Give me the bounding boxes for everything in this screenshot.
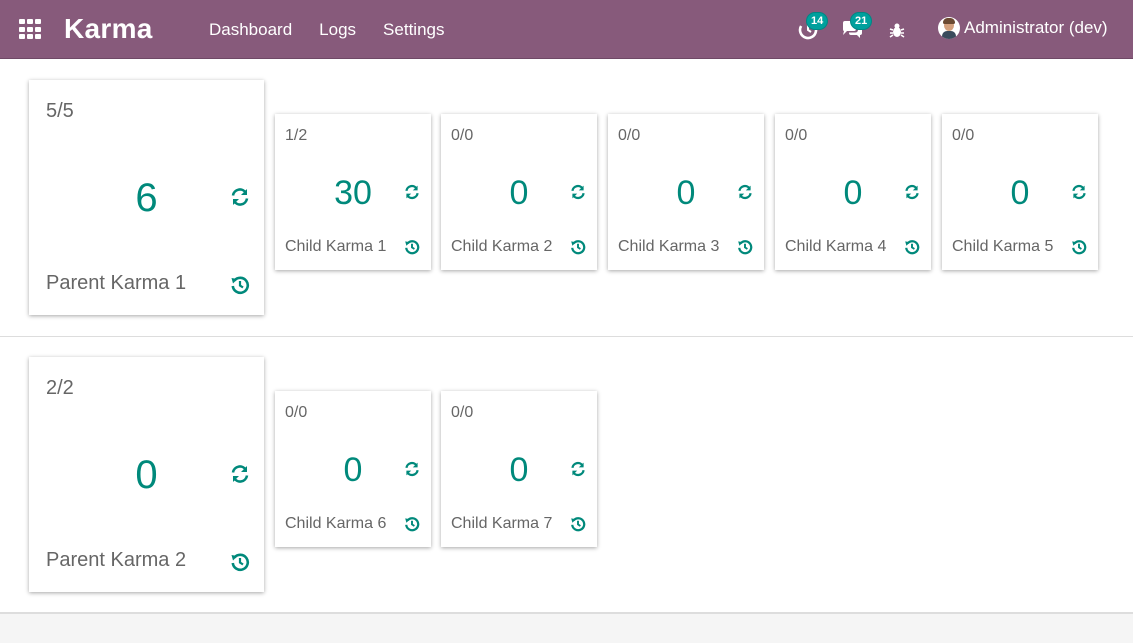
karma-value: 0: [135, 453, 158, 497]
app-brand[interactable]: Karma: [64, 13, 153, 45]
bug-icon: [889, 23, 905, 38]
karma-label: Child Karma 6: [285, 515, 387, 532]
menu-item-settings[interactable]: Settings: [383, 20, 444, 40]
child-karma-card[interactable]: 1/2 30 Child Karma 1: [275, 114, 431, 270]
karma-label: Child Karma 2: [451, 238, 553, 255]
karma-label: Child Karma 7: [451, 515, 553, 532]
user-name: Administrator (dev): [964, 18, 1108, 37]
child-karma-card[interactable]: 0/0 0 Child Karma 6: [275, 391, 431, 547]
refresh-icon[interactable]: [1071, 184, 1087, 200]
karma-ratio: 0/0: [785, 127, 808, 144]
refresh-icon[interactable]: [404, 461, 420, 477]
history-icon[interactable]: [404, 239, 420, 255]
karma-ratio: 0/0: [451, 404, 474, 421]
child-karma-card[interactable]: 0/0 0 Child Karma 5: [942, 114, 1098, 270]
refresh-icon[interactable]: [230, 187, 250, 207]
karma-group-1: 5/5 6 Parent Karma 1 1/2 30 Child Karma …: [0, 59, 1133, 337]
child-karma-card[interactable]: 0/0 0 Child Karma 2: [441, 114, 597, 270]
refresh-icon[interactable]: [404, 184, 420, 200]
karma-label: Child Karma 3: [618, 238, 720, 255]
top-navbar: Karma Dashboard Logs Settings 14 21 Admi…: [0, 0, 1133, 59]
page-footer: [0, 613, 1133, 643]
refresh-icon[interactable]: [570, 461, 586, 477]
messages-count-badge: 21: [850, 12, 873, 30]
karma-ratio: 0/0: [451, 127, 474, 144]
history-icon[interactable]: [404, 516, 420, 532]
karma-ratio: 0/0: [285, 404, 308, 421]
messages-button[interactable]: 21: [841, 12, 873, 42]
karma-label: Parent Karma 2: [46, 549, 187, 571]
history-icon[interactable]: [570, 516, 586, 532]
karma-ratio: 1/2: [285, 127, 308, 144]
menu-item-dashboard[interactable]: Dashboard: [209, 20, 292, 40]
karma-ratio: 5/5: [46, 100, 74, 122]
child-karma-card[interactable]: 0/0 0 Child Karma 7: [441, 391, 597, 547]
dashboard-content: 5/5 6 Parent Karma 1 1/2 30 Child Karma …: [0, 59, 1133, 613]
karma-group-2: 2/2 0 Parent Karma 2 0/0 0 Child Karma 6…: [0, 337, 1133, 613]
karma-value: 6: [135, 176, 158, 220]
refresh-icon[interactable]: [737, 184, 753, 200]
history-icon[interactable]: [230, 275, 250, 295]
main-menu: Dashboard Logs Settings: [209, 20, 471, 40]
karma-ratio: 0/0: [618, 127, 641, 144]
history-icon[interactable]: [570, 239, 586, 255]
karma-label: Parent Karma 1: [46, 272, 187, 294]
history-icon[interactable]: [737, 239, 753, 255]
apps-grid-icon[interactable]: [19, 19, 42, 40]
parent-karma-card[interactable]: 5/5 6 Parent Karma 1: [29, 80, 264, 315]
karma-label: Child Karma 5: [952, 238, 1054, 255]
avatar: [938, 17, 960, 39]
child-karma-card[interactable]: 0/0 0 Child Karma 4: [775, 114, 931, 270]
user-menu[interactable]: Administrator (dev): [938, 17, 1108, 39]
debug-button[interactable]: [886, 18, 910, 42]
activities-count-badge: 14: [806, 12, 829, 30]
history-icon[interactable]: [904, 239, 920, 255]
child-karma-card[interactable]: 0/0 0 Child Karma 3: [608, 114, 764, 270]
refresh-icon[interactable]: [904, 184, 920, 200]
karma-label: Child Karma 4: [785, 238, 887, 255]
karma-ratio: 0/0: [952, 127, 975, 144]
menu-item-logs[interactable]: Logs: [319, 20, 356, 40]
refresh-icon[interactable]: [230, 464, 250, 484]
history-icon[interactable]: [1071, 239, 1087, 255]
karma-label: Child Karma 1: [285, 238, 387, 255]
parent-karma-card[interactable]: 2/2 0 Parent Karma 2: [29, 357, 264, 592]
history-icon[interactable]: [230, 552, 250, 572]
activities-button[interactable]: 14: [797, 12, 829, 42]
karma-ratio: 2/2: [46, 377, 74, 399]
refresh-icon[interactable]: [570, 184, 586, 200]
